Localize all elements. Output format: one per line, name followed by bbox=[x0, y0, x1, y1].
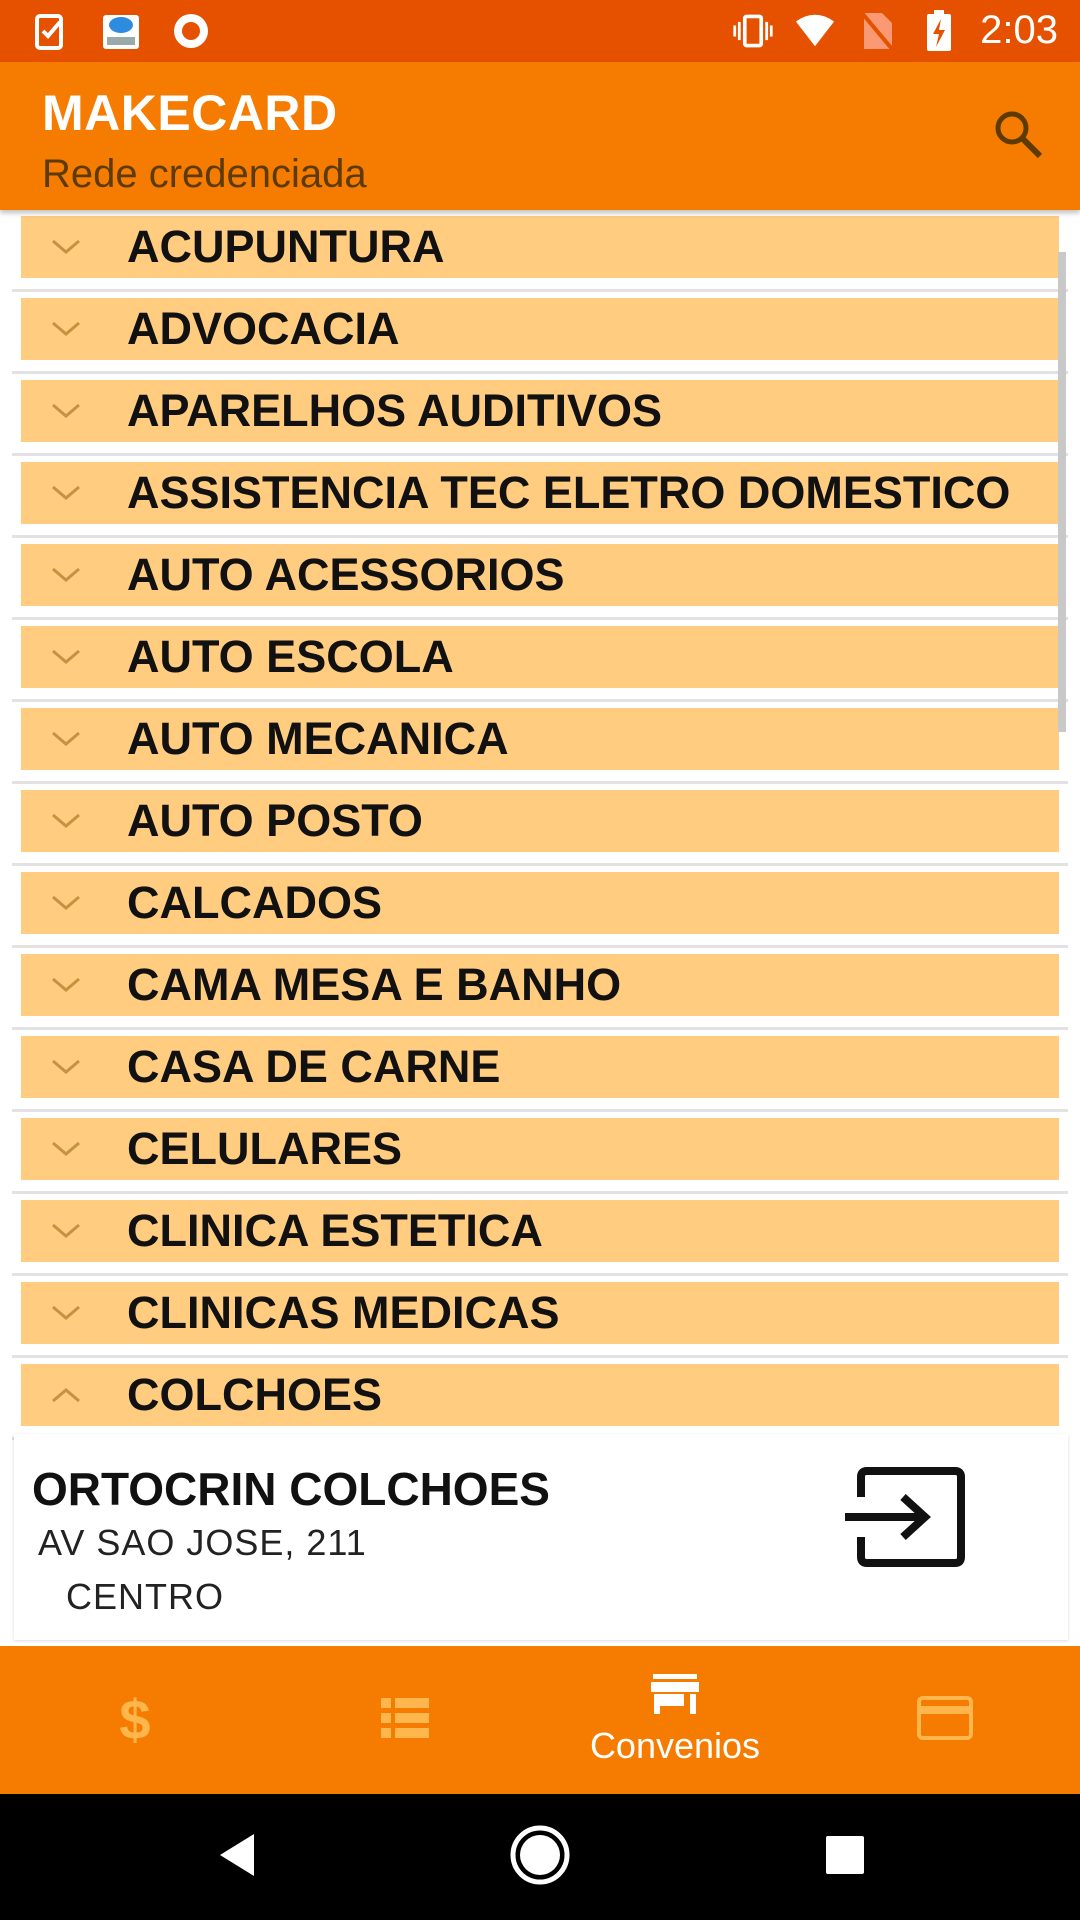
category-label: CELULARES bbox=[127, 1123, 403, 1174]
chevron-down-icon bbox=[21, 1200, 111, 1262]
category-label: CLINICA ESTETICA bbox=[127, 1205, 543, 1256]
nav-item-finance[interactable]: $ bbox=[0, 1646, 270, 1794]
no-sim-icon bbox=[856, 10, 898, 52]
chevron-down-icon bbox=[21, 708, 111, 770]
record-icon bbox=[170, 10, 212, 52]
category-row[interactable]: ACUPUNTURA bbox=[12, 210, 1068, 292]
back-button[interactable] bbox=[202, 1822, 272, 1892]
category-row[interactable]: CELULARES bbox=[12, 1112, 1068, 1194]
task-check-icon bbox=[30, 10, 72, 52]
nav-item-card[interactable] bbox=[810, 1646, 1080, 1794]
category-label: CLINICAS MEDICAS bbox=[127, 1287, 560, 1338]
status-time: 2:03 bbox=[980, 8, 1058, 52]
chevron-down-icon bbox=[21, 216, 111, 278]
list-icon bbox=[381, 1697, 429, 1743]
chevron-down-icon bbox=[21, 462, 111, 524]
app-bar: MAKECARD Rede credenciada bbox=[0, 62, 1080, 210]
vibrate-icon bbox=[732, 10, 774, 52]
nav-label-convenios: Convenios bbox=[589, 1724, 761, 1766]
category-label: AUTO ACESSORIOS bbox=[127, 549, 565, 600]
category-label: ACUPUNTURA bbox=[127, 221, 445, 272]
bottom-navigation: $ Convenios bbox=[0, 1646, 1080, 1794]
category-row-expanded[interactable]: COLCHOES bbox=[12, 1358, 1068, 1440]
home-button[interactable] bbox=[505, 1822, 575, 1892]
category-row[interactable]: CLINICAS MEDICAS bbox=[12, 1276, 1068, 1358]
status-bar: 2:03 bbox=[0, 0, 1080, 62]
chevron-down-icon bbox=[21, 1282, 111, 1344]
app-title: MAKECARD bbox=[42, 85, 338, 141]
category-row[interactable]: CASA DE CARNE bbox=[12, 1030, 1068, 1112]
chevron-up-icon bbox=[21, 1364, 111, 1426]
category-row[interactable]: AUTO POSTO bbox=[12, 784, 1068, 866]
nav-item-list[interactable] bbox=[270, 1646, 540, 1794]
system-navigation-bar bbox=[0, 1794, 1080, 1920]
category-row[interactable]: AUTO ESCOLA bbox=[12, 620, 1068, 702]
wifi-icon bbox=[794, 10, 836, 52]
dollar-icon: $ bbox=[119, 1688, 151, 1751]
category-label: AUTO MECANICA bbox=[127, 713, 509, 764]
credit-card-icon bbox=[917, 1695, 973, 1745]
chevron-down-icon bbox=[21, 872, 111, 934]
cloud-calendar-icon bbox=[100, 10, 142, 52]
chevron-down-icon bbox=[21, 1036, 111, 1098]
search-icon bbox=[992, 108, 1044, 165]
category-row[interactable]: CALCADOS bbox=[12, 866, 1068, 948]
category-row[interactable]: ADVOCACIA bbox=[12, 292, 1068, 374]
app-subtitle: Rede credenciada bbox=[42, 152, 367, 196]
store-name: ORTOCRIN COLCHOES bbox=[32, 1463, 550, 1515]
chevron-down-icon bbox=[21, 626, 111, 688]
category-list[interactable]: ACUPUNTURA ADVOCACIA APARELHOS AUDITIVOS… bbox=[0, 210, 1080, 1646]
category-label: APARELHOS AUDITIVOS bbox=[127, 385, 663, 436]
chevron-down-icon bbox=[21, 298, 111, 360]
category-label: ADVOCACIA bbox=[127, 303, 400, 354]
recents-icon bbox=[824, 1834, 866, 1881]
chevron-down-icon bbox=[21, 954, 111, 1016]
chevron-down-icon bbox=[21, 790, 111, 852]
category-label: CALCADOS bbox=[127, 877, 382, 928]
battery-charging-icon bbox=[918, 9, 960, 52]
open-input-icon bbox=[843, 1466, 967, 1572]
chevron-down-icon bbox=[21, 380, 111, 442]
category-row[interactable]: AUTO MECANICA bbox=[12, 702, 1068, 784]
store-district: CENTRO bbox=[66, 1576, 224, 1617]
recents-button[interactable] bbox=[810, 1822, 880, 1892]
category-row[interactable]: APARELHOS AUDITIVOS bbox=[12, 374, 1068, 456]
category-label: CAMA MESA E BANHO bbox=[127, 959, 622, 1010]
store-card: ORTOCRIN COLCHOES AV SAO JOSE, 211 CENTR… bbox=[14, 1434, 1068, 1640]
category-label: COLCHOES bbox=[127, 1369, 383, 1420]
nav-item-convenios[interactable]: Convenios bbox=[540, 1646, 810, 1794]
category-label: ASSISTENCIA TEC ELETRO DOMESTICO bbox=[127, 467, 1011, 518]
chevron-down-icon bbox=[21, 544, 111, 606]
category-row[interactable]: CLINICA ESTETICA bbox=[12, 1194, 1068, 1276]
category-row[interactable]: AUTO ACESSORIOS bbox=[12, 538, 1068, 620]
search-button[interactable] bbox=[986, 104, 1050, 168]
chevron-down-icon bbox=[21, 1118, 111, 1180]
category-label: AUTO ESCOLA bbox=[127, 631, 454, 682]
category-row[interactable]: ASSISTENCIA TEC ELETRO DOMESTICO bbox=[12, 456, 1068, 538]
category-label: CASA DE CARNE bbox=[127, 1041, 501, 1092]
store-address: AV SAO JOSE, 211 bbox=[38, 1522, 367, 1563]
home-icon bbox=[509, 1824, 571, 1891]
back-icon bbox=[216, 1832, 258, 1883]
open-store-button[interactable] bbox=[840, 1464, 970, 1574]
scrollbar[interactable] bbox=[1058, 252, 1066, 732]
store-icon bbox=[650, 1673, 700, 1721]
category-row[interactable]: CAMA MESA E BANHO bbox=[12, 948, 1068, 1030]
category-label: AUTO POSTO bbox=[127, 795, 423, 846]
